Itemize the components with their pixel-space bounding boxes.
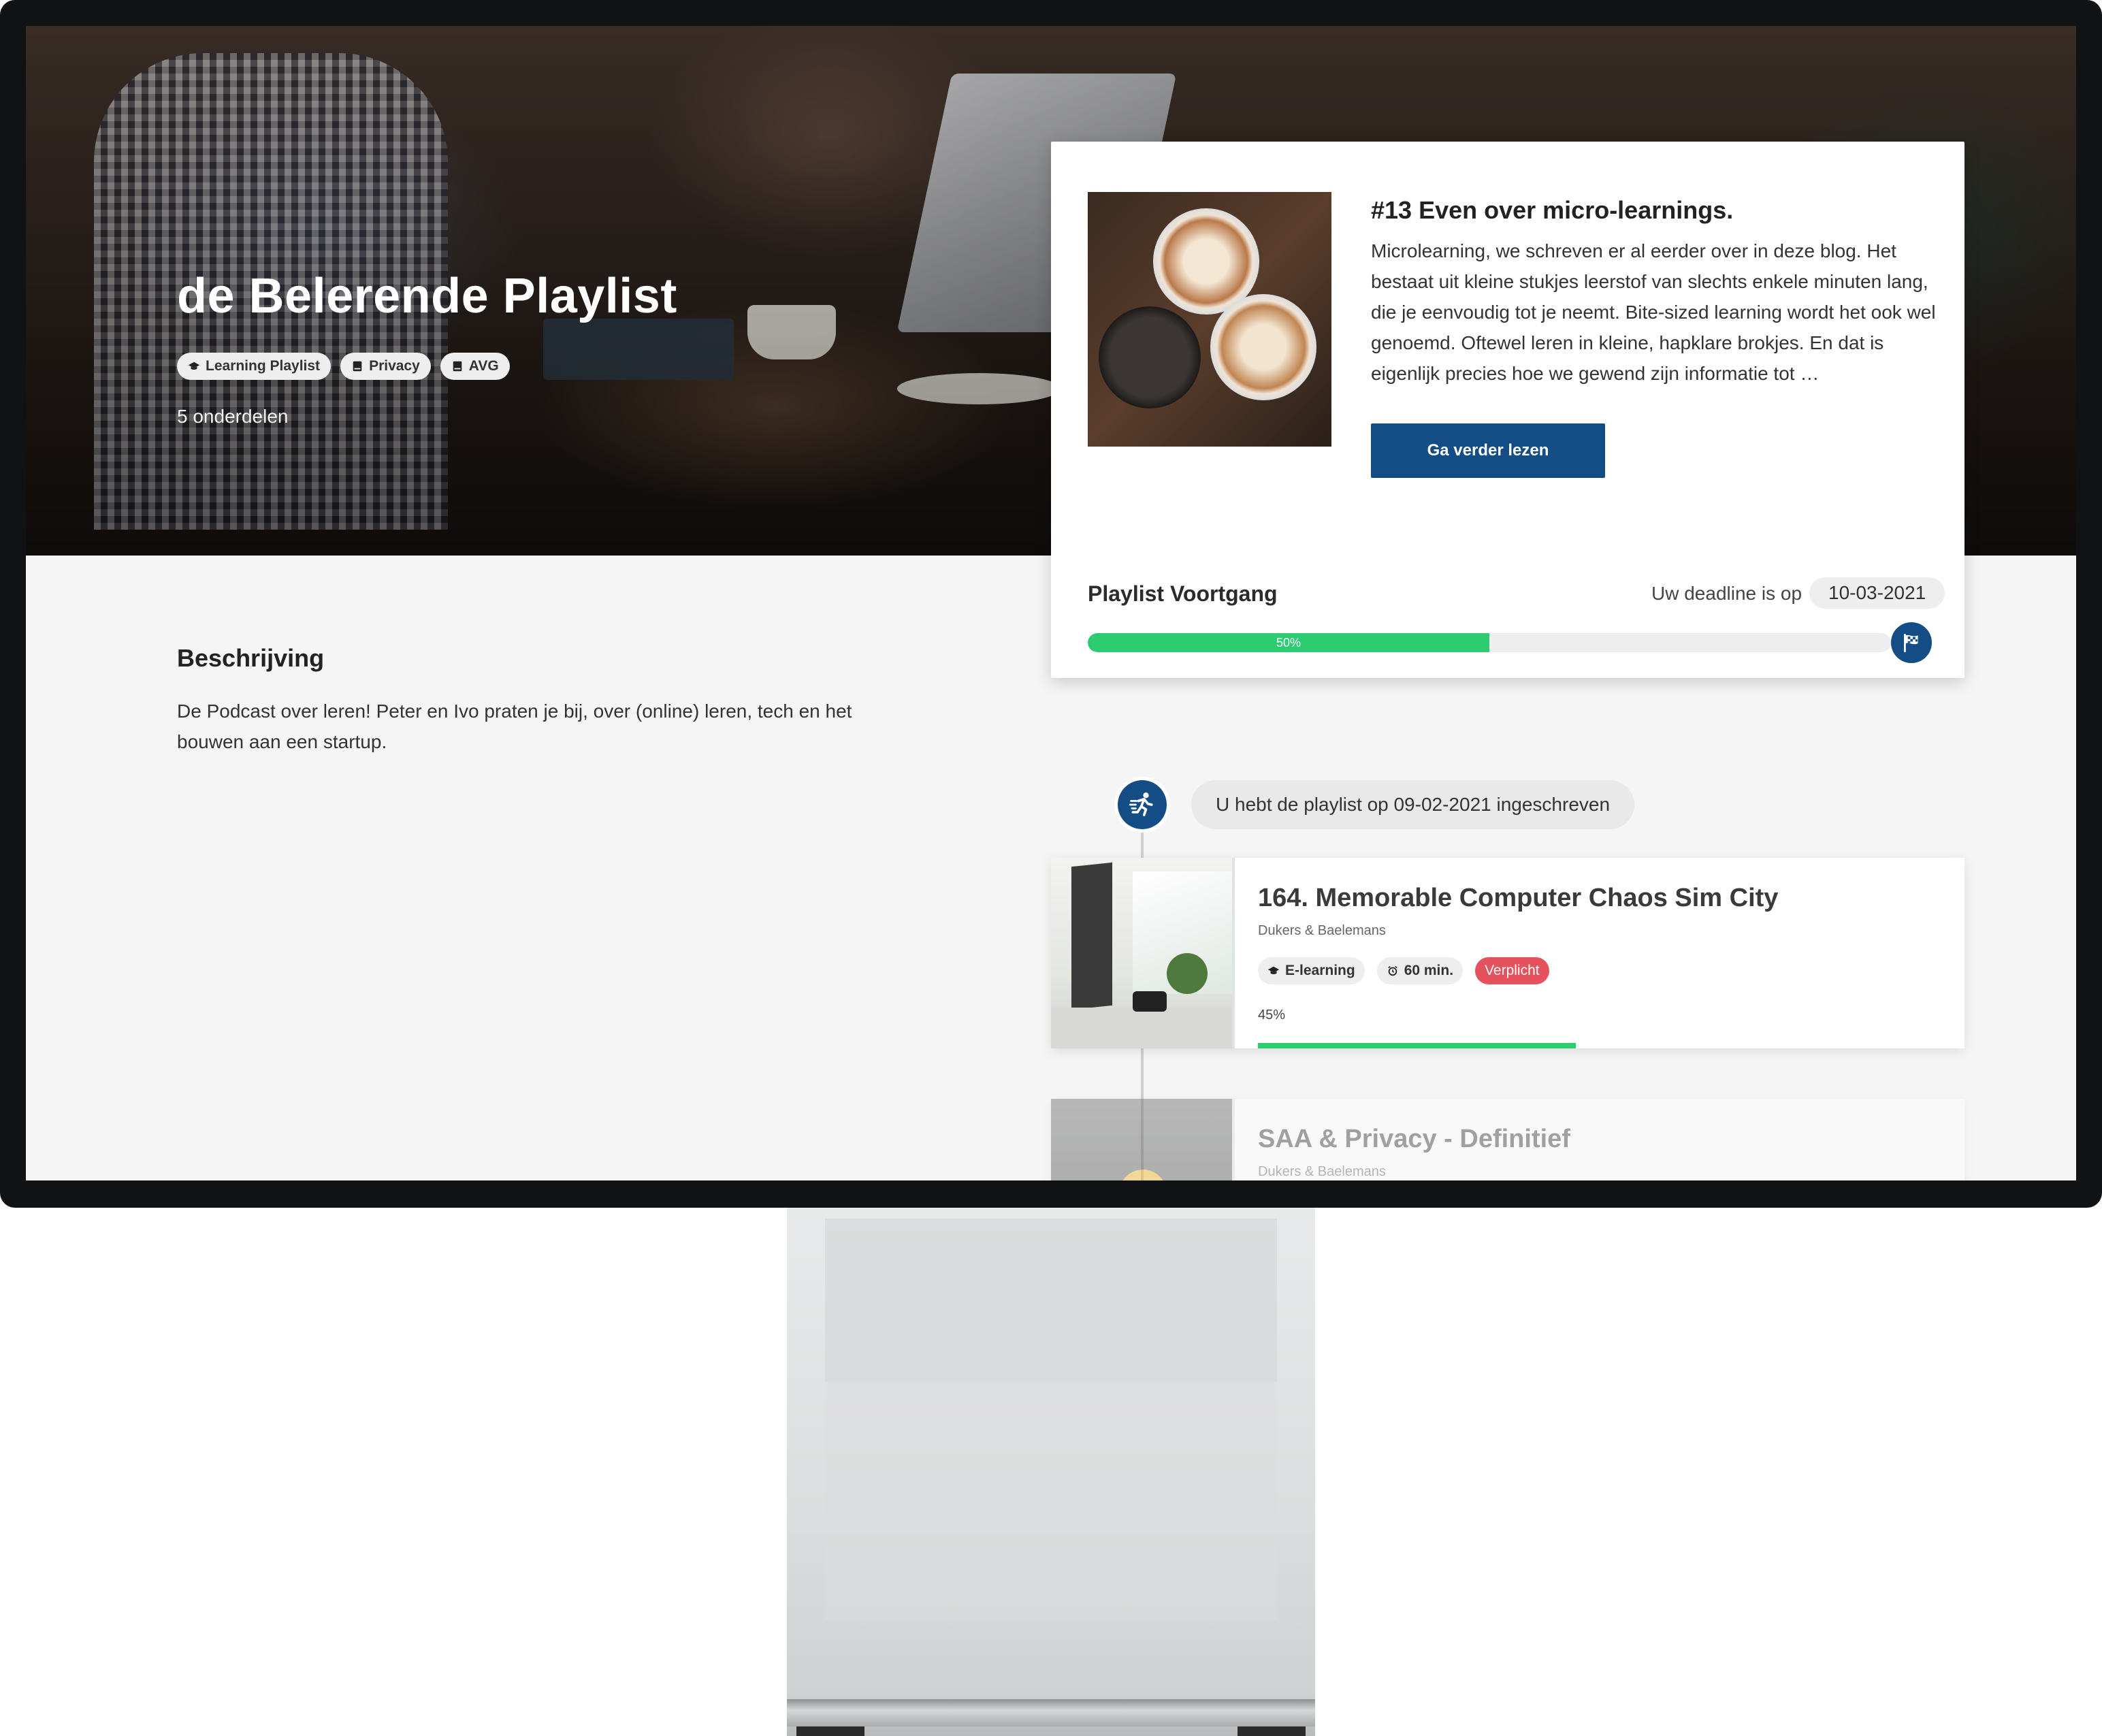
item-title[interactable]: SAA & Privacy - Definitief: [1258, 1125, 1570, 1154]
monitor-stand: [787, 1198, 1315, 1736]
deadline-date: 10-03-2021: [1809, 577, 1945, 609]
duration-label: 60 min.: [1404, 963, 1454, 978]
running-person-icon: [1118, 780, 1167, 829]
item-meta: E-learning 60 min. Verplicht: [1258, 957, 1549, 984]
tag-label: AVG: [468, 358, 499, 374]
playlist-progress-label: 50%: [1276, 636, 1301, 649]
monitor-frame: de Belerende Playlist Learning Playlist …: [0, 0, 2102, 1208]
tag-label: Privacy: [369, 358, 420, 374]
enrolled-message: U hebt de playlist op 09-02-2021 ingesch…: [1191, 780, 1635, 829]
playlist-title: de Belerende Playlist: [177, 269, 677, 323]
deadline-label: Uw deadline is op: [1651, 583, 1802, 604]
playlist-progress-fill: 50%: [1088, 633, 1489, 652]
checkered-flag-icon: [1891, 622, 1932, 663]
tag-learning-playlist[interactable]: Learning Playlist: [177, 353, 332, 380]
type-badge: E-learning: [1258, 957, 1365, 984]
item-count: 5 onderdelen: [177, 406, 289, 427]
playlist-item-card[interactable]: 164. Memorable Computer Chaos Sim City D…: [1051, 858, 1964, 1048]
required-badge: Verplicht: [1475, 957, 1549, 984]
description-text: De Podcast over leren! Peter en Ivo prat…: [177, 701, 852, 752]
blog-excerpt: Microlearning, we schreven er al eerder …: [1371, 240, 1936, 384]
read-more-button[interactable]: Ga verder lezen: [1371, 423, 1605, 478]
item-title[interactable]: 164. Memorable Computer Chaos Sim City: [1258, 884, 1778, 913]
status-dot: [1119, 1170, 1167, 1180]
item-progress-label: 45%: [1258, 1008, 1286, 1023]
featured-blog-card: #13 Even over micro-learnings. Microlear…: [1051, 142, 1964, 678]
alarm-clock-icon: [1387, 966, 1397, 976]
tag-list: Learning Playlist Privacy AVG: [177, 353, 510, 380]
blog-image-coffee: [1088, 192, 1331, 447]
item-progress-bar: [1258, 1043, 1964, 1048]
item-progress-fill: [1258, 1043, 1576, 1048]
item-thumbnail-desk: [1051, 858, 1233, 1048]
stand-foot-left: [796, 1726, 864, 1736]
item-author: Dukers & Baelemans: [1258, 923, 1386, 938]
book-icon: [353, 361, 362, 372]
stand-reflection: [825, 1219, 1277, 1620]
playlist-item-card[interactable]: SAA & Privacy - Definitief Dukers & Bael…: [1051, 1099, 1964, 1180]
screen: de Belerende Playlist Learning Playlist …: [26, 26, 2076, 1180]
item-author: Dukers & Baelemans: [1258, 1164, 1386, 1179]
stand-foot-right: [1238, 1726, 1306, 1736]
book-icon: [453, 361, 462, 372]
blog-title: #13 Even over micro-learnings.: [1371, 196, 1734, 224]
duration-badge: 60 min.: [1376, 957, 1464, 984]
playlist-progress-bar: 50%: [1088, 633, 1891, 652]
graduation-cap-icon: [1267, 966, 1280, 974]
tag-label: Learning Playlist: [206, 358, 321, 374]
tag-avg[interactable]: AVG: [440, 353, 510, 380]
stand-foot: [787, 1699, 1315, 1726]
item-thumbnail: [1051, 1099, 1233, 1180]
description-title: Beschrijving: [177, 644, 325, 672]
tag-privacy[interactable]: Privacy: [340, 353, 431, 380]
type-label: E-learning: [1285, 963, 1355, 978]
graduation-cap-icon: [188, 361, 200, 370]
progress-title: Playlist Voortgang: [1088, 581, 1278, 606]
